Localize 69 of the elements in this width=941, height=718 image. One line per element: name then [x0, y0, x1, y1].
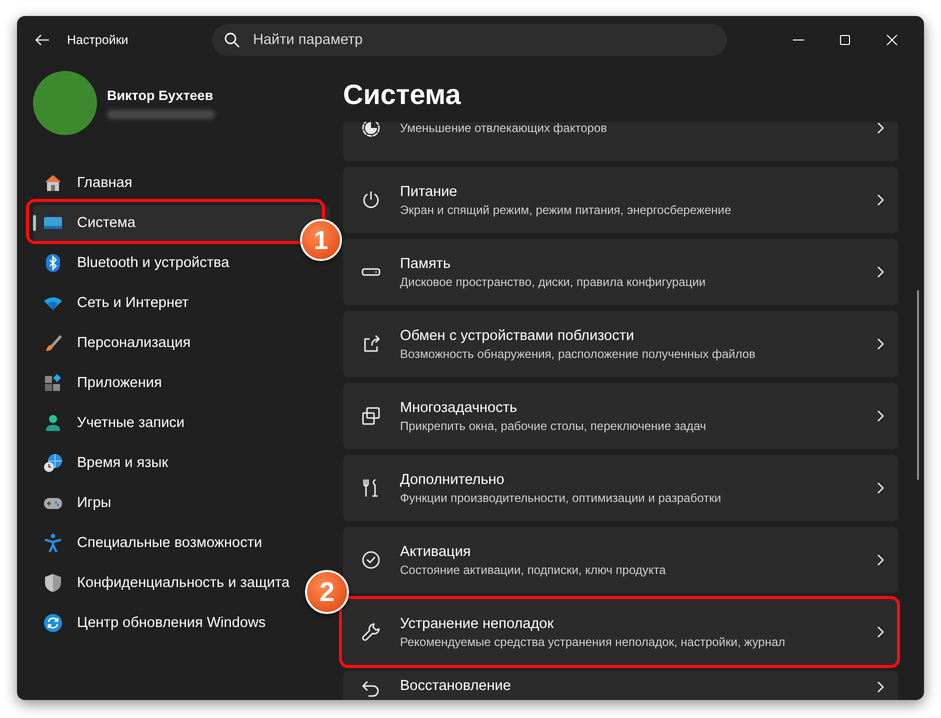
selection-indicator [33, 215, 36, 231]
home-icon [43, 173, 63, 193]
sidebar-item[interactable]: Главная [33, 165, 142, 201]
apps-icon [43, 373, 63, 393]
card-description: Уменьшение отвлекающих факторов [400, 122, 608, 135]
window-title: Настройки [67, 33, 130, 47]
bluetooth-icon [43, 253, 63, 273]
settings-card[interactable]: Многозадачность Прикрепить окна, рабочие столы, переключение задач [343, 383, 898, 449]
step-badge: 2 [305, 570, 349, 614]
search-field[interactable]: Найти параметр [212, 24, 727, 56]
chevron-right-icon [876, 338, 884, 350]
search-icon [224, 32, 240, 48]
card-description: Прикрепить окна, рабочие столы, переключение задач [400, 418, 708, 432]
back-arrow-icon[interactable] [34, 32, 50, 48]
sidebar-item[interactable]: Время и язык [33, 445, 178, 481]
card-title: Активация [400, 544, 472, 560]
card-description: Состояние активации, подписки, ключ продукта [400, 562, 667, 576]
power-icon [361, 190, 381, 210]
sidebar-item[interactable]: Приложения [33, 365, 172, 401]
settings-card[interactable]: Уменьшение отвлекающих факторов [343, 122, 898, 161]
card-title: Восстановление [400, 678, 512, 694]
card-title: Устранение неполадок [400, 616, 555, 632]
sidebar-item[interactable]: Игры [33, 485, 122, 521]
sidebar-item[interactable]: Учетные записи [33, 405, 195, 441]
chevron-right-icon [876, 681, 884, 693]
chevron-right-icon [876, 482, 884, 494]
globe-clock-icon [43, 453, 63, 473]
settings-card[interactable]: Память Дисковое пространство, диски, правила конфигурации [343, 239, 898, 305]
settings-card[interactable]: Дополнительно Функции производительности, оптимизации и разработки [343, 455, 898, 521]
chevron-right-icon [876, 410, 884, 422]
card-title: Питание [400, 184, 458, 200]
wrench-icon [361, 622, 381, 642]
settings-card[interactable]: Обмен с устройствами поблизости Возможность обнаружения, расположение полученных файлов [343, 311, 898, 377]
windows-stack-icon [361, 406, 381, 426]
person-icon [43, 413, 63, 433]
card-description: Дисковое пространство, диски, правила конфигурации [400, 274, 707, 288]
card-title: Дополнительно [400, 472, 506, 488]
account-name: Виктор Бухтеев [107, 88, 214, 102]
check-circle-icon [361, 550, 381, 570]
chevron-right-icon [876, 266, 884, 278]
step-badge: 1 [300, 219, 342, 261]
update-icon [43, 613, 63, 633]
settings-card[interactable]: Активация Состояние активации, подписки, ключ продукта [343, 527, 898, 593]
card-description: Экран и спящий режим, режим питания, энергосбережение [400, 202, 732, 216]
chevron-right-icon [876, 554, 884, 566]
sidebar-item[interactable]: Персонализация [33, 325, 201, 361]
card-title: Многозадачность [400, 400, 518, 416]
focus-icon [361, 122, 381, 138]
page-title: Система [343, 80, 462, 110]
chevron-right-icon [876, 194, 884, 206]
scrollbar-thumb[interactable] [917, 290, 919, 480]
card-title: Память [400, 256, 452, 272]
card-description: Рекомендуемые средства устранения неполадок, настройки, журнал [400, 634, 786, 648]
card-title: Обмен с устройствами поблизости [400, 328, 636, 344]
settings-card[interactable]: Восстановление [343, 671, 898, 700]
sidebar-item[interactable]: Конфиденциальность и защита [33, 565, 300, 601]
sidebar-item[interactable]: Специальные возможности [33, 525, 272, 561]
chevron-right-icon [876, 626, 884, 638]
chevron-right-icon [876, 122, 884, 134]
card-description: Возможность обнаружения, расположение полученных файлов [400, 346, 756, 360]
sidebar-item[interactable]: Сеть и Интернет [33, 285, 199, 321]
accessibility-icon [43, 533, 63, 553]
card-description: Функции производительности, оптимизации и разработки [400, 490, 722, 504]
settings-card[interactable]: Питание Экран и спящий режим, режим питания, энергосбережение [343, 167, 898, 233]
sidebar-item[interactable]: Bluetooth и устройства [33, 245, 240, 281]
settings-card[interactable]: Устранение неполадок Рекомендуемые средства устранения неполадок, настройки, журнал [343, 599, 898, 665]
sidebar-item[interactable]: Центр обновления Windows [33, 605, 276, 641]
brush-icon [43, 333, 63, 353]
shield-icon [43, 573, 63, 593]
